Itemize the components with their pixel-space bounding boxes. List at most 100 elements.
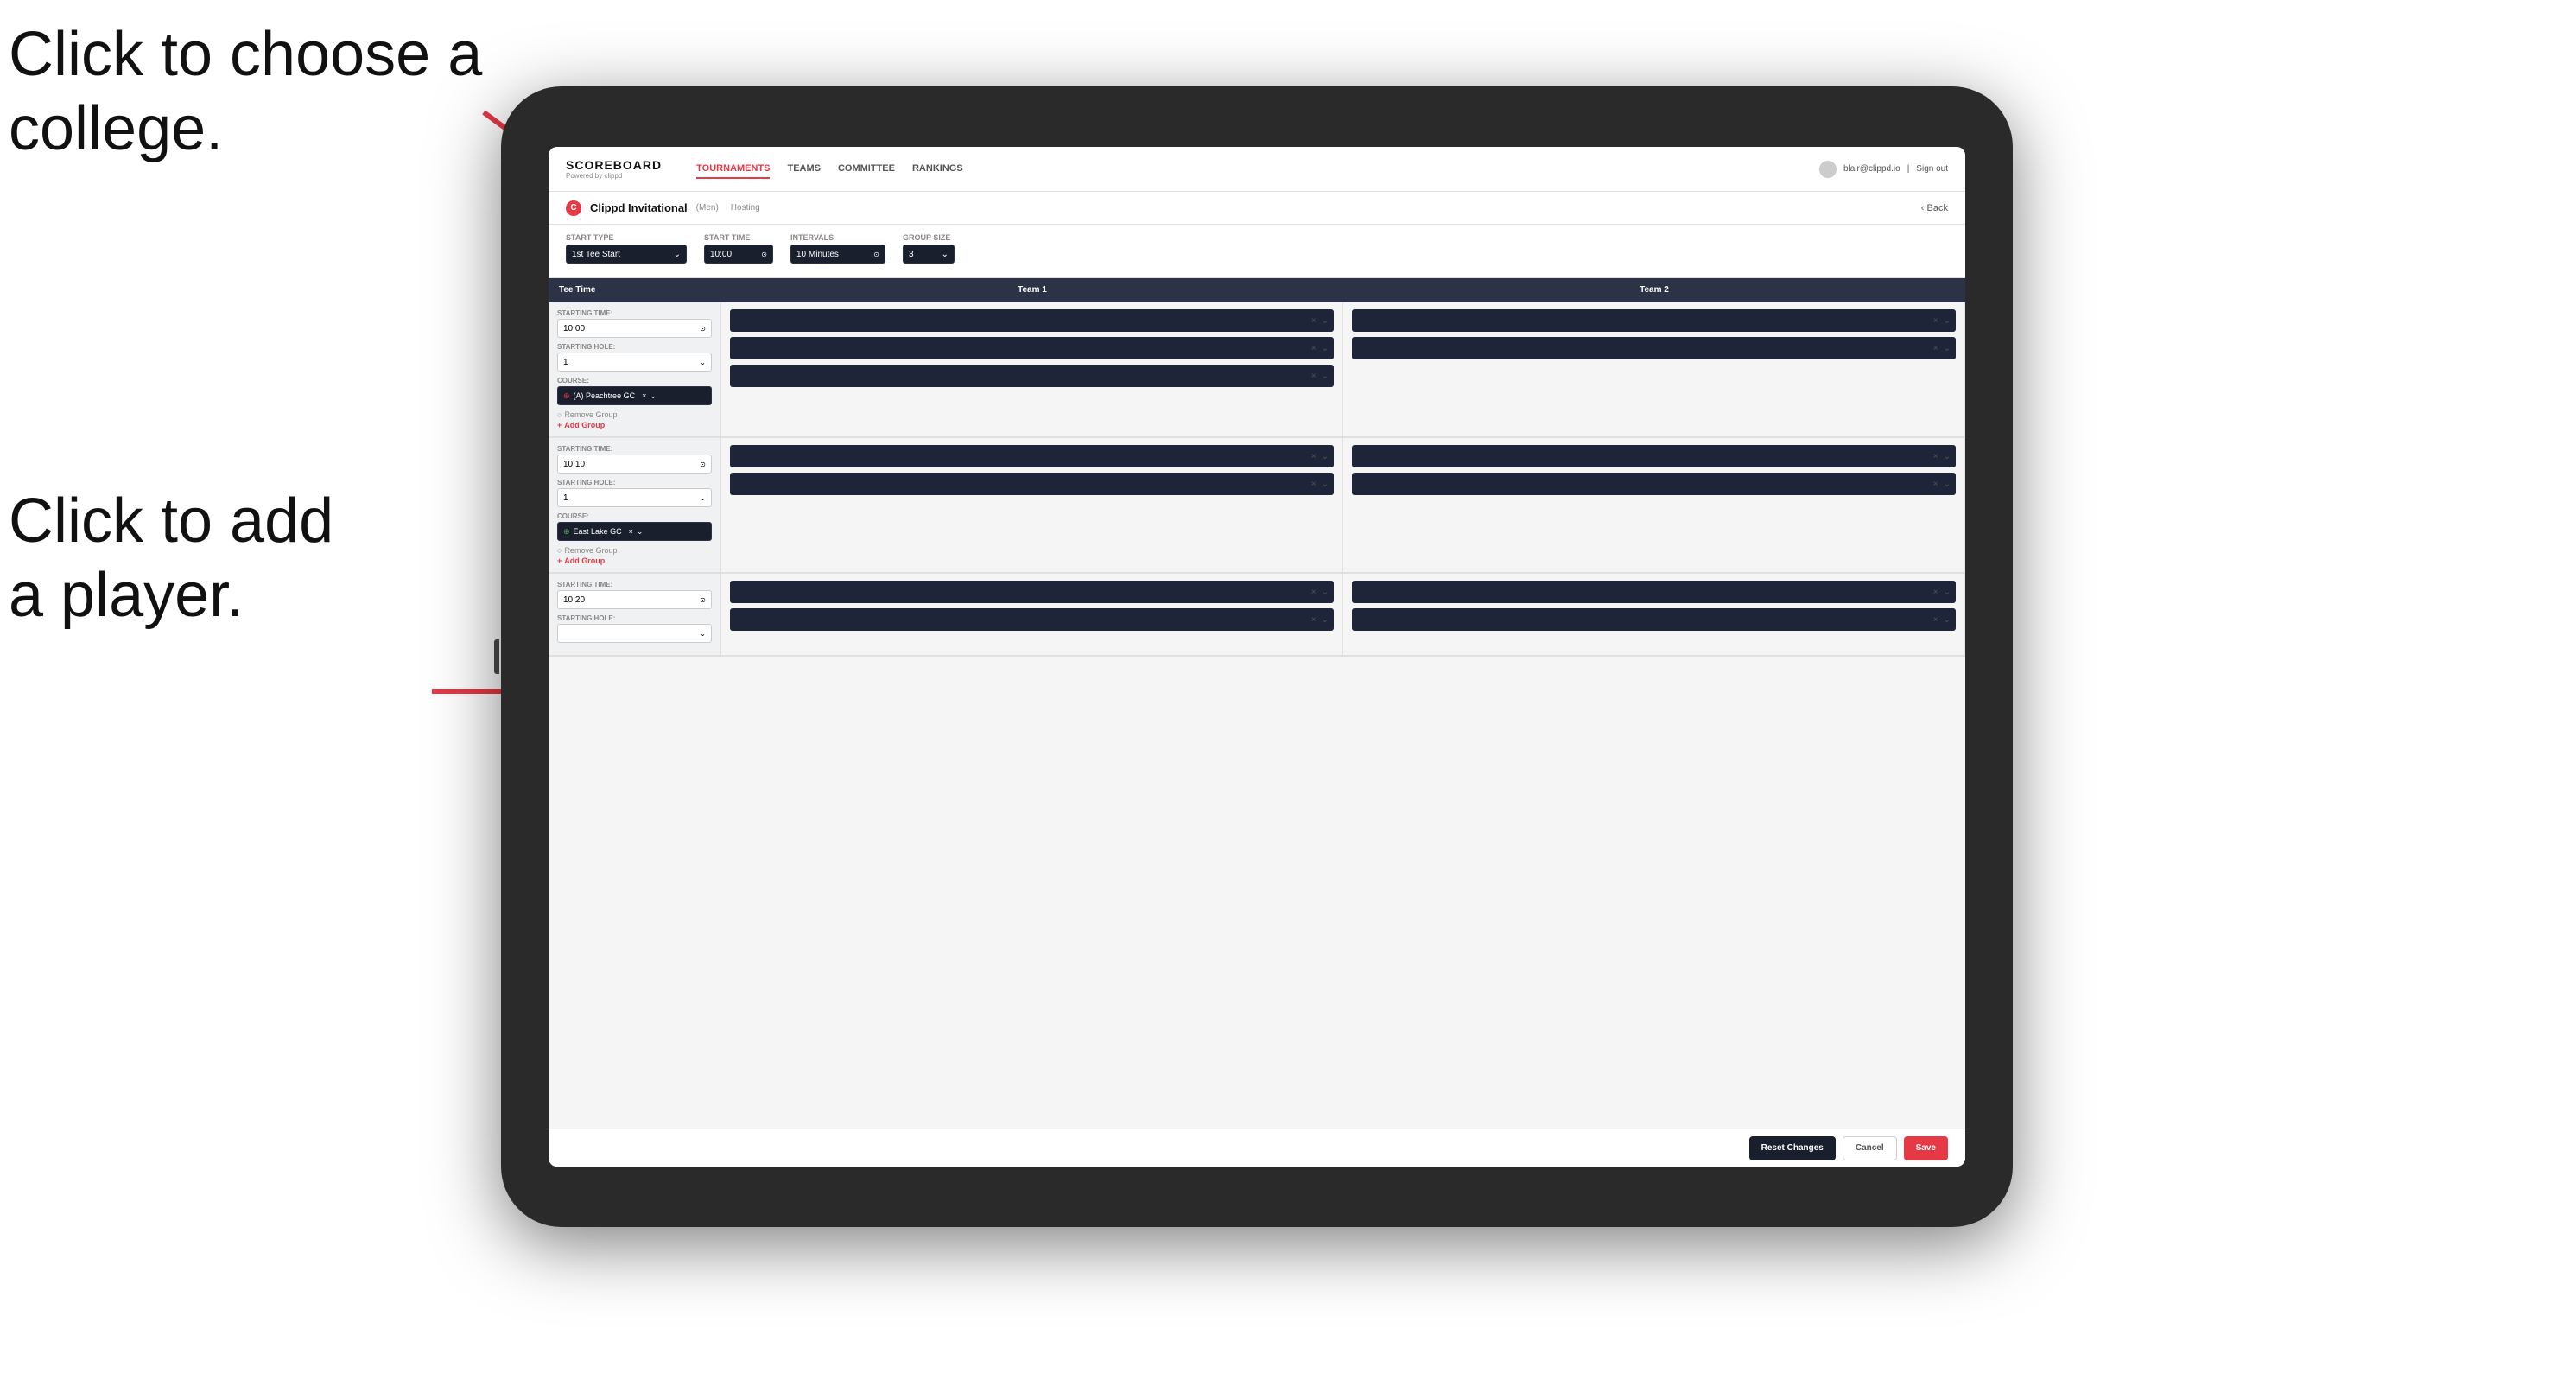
- start-time-icon: ⊙: [761, 251, 767, 258]
- groups-container: STARTING TIME: 10:00 ⊙ STARTING HOLE: 1 …: [549, 302, 1965, 1129]
- user-avatar: [1819, 161, 1837, 178]
- starting-time-label-1: STARTING TIME:: [557, 309, 712, 317]
- player-slot-x-icon: ×: [1311, 452, 1317, 461]
- save-button[interactable]: Save: [1904, 1136, 1948, 1160]
- top-nav: SCOREBOARD Powered by clippd TOURNAMENTS…: [549, 147, 1965, 192]
- starting-hole-label-1: STARTING HOLE:: [557, 343, 712, 351]
- course-select-1[interactable]: ⊕ (A) Peachtree GC × ⌄: [557, 386, 712, 405]
- player-slot[interactable]: × ⌄: [730, 445, 1334, 467]
- player-slot[interactable]: × ⌄: [1352, 309, 1956, 332]
- player-slot-x-icon: ×: [1933, 316, 1938, 326]
- nav-link-committee[interactable]: COMMITTEE: [838, 160, 895, 179]
- player-slot-chevron-icon: ⌄: [1322, 588, 1329, 597]
- player-slot-x-icon: ×: [1933, 480, 1938, 489]
- group-2-team1: × ⌄ × ⌄: [721, 438, 1343, 572]
- player-slot-x-icon: ×: [1933, 344, 1938, 353]
- player-slot[interactable]: × ⌄: [1352, 337, 1956, 359]
- group-size-value: 3: [909, 250, 914, 259]
- player-slot-chevron-icon: ⌄: [1944, 480, 1951, 489]
- start-type-label: Start Type: [566, 233, 687, 242]
- player-slot[interactable]: × ⌄: [730, 337, 1334, 359]
- player-slot-x-icon: ×: [1933, 452, 1938, 461]
- bottom-bar: Reset Changes Cancel Save: [549, 1129, 1965, 1167]
- tablet-bezel: SCOREBOARD Powered by clippd TOURNAMENTS…: [501, 86, 2013, 1227]
- sub-header-title: Clippd Invitational: [590, 201, 688, 214]
- nav-link-rankings[interactable]: RANKINGS: [912, 160, 963, 179]
- player-slot[interactable]: × ⌄: [1352, 608, 1956, 631]
- divider: |: [1907, 164, 1910, 174]
- group-1-team2: × ⌄ × ⌄: [1343, 302, 1965, 436]
- player-slot[interactable]: × ⌄: [1352, 581, 1956, 603]
- course-label-2: COURSE:: [557, 512, 712, 520]
- player-slot[interactable]: × ⌄: [730, 365, 1334, 387]
- add-group-btn-2[interactable]: + Add Group: [557, 556, 712, 565]
- player-slot[interactable]: × ⌄: [730, 608, 1334, 631]
- player-slot-x-icon: ×: [1933, 588, 1938, 597]
- content-area: Start Type 1st Tee Start ⌄ Start Time 10…: [549, 225, 1965, 1167]
- player-slot-x-icon: ×: [1311, 588, 1317, 597]
- player-slot-chevron-icon: ⌄: [1944, 344, 1951, 353]
- starting-hole-input-2[interactable]: 1 ⌄: [557, 488, 712, 507]
- annotation-top: Click to choose acollege.: [9, 17, 482, 167]
- start-type-group: Start Type 1st Tee Start ⌄: [566, 233, 687, 269]
- brand-title: SCOREBOARD: [566, 158, 662, 172]
- add-group-btn-1[interactable]: + Add Group: [557, 421, 712, 429]
- group-size-arrow: ⌄: [942, 250, 949, 259]
- nav-link-teams[interactable]: TEAMS: [787, 160, 821, 179]
- reset-changes-button[interactable]: Reset Changes: [1749, 1136, 1836, 1160]
- th-team1: Team 1: [721, 278, 1343, 302]
- sub-header-tag: Hosting: [731, 203, 760, 213]
- player-slot[interactable]: × ⌄: [730, 581, 1334, 603]
- th-tee-time: Tee Time: [549, 278, 721, 302]
- starting-hole-input-3[interactable]: ⌄: [557, 624, 712, 643]
- group-size-select[interactable]: 3 ⌄: [903, 245, 955, 264]
- player-slot[interactable]: × ⌄: [730, 309, 1334, 332]
- starting-hole-label-2: STARTING HOLE:: [557, 479, 712, 486]
- intervals-label: Intervals: [790, 233, 885, 242]
- player-slot[interactable]: × ⌄: [1352, 445, 1956, 467]
- start-time-label: Start Time: [704, 233, 773, 242]
- nav-link-tournaments[interactable]: TOURNAMENTS: [696, 160, 770, 179]
- group-row: STARTING TIME: 10:20 ⊙ STARTING HOLE: ⌄: [549, 574, 1965, 657]
- course-select-2[interactable]: ⊕ East Lake GC × ⌄: [557, 522, 712, 541]
- nav-links: TOURNAMENTS TEAMS COMMITTEE RANKINGS: [696, 160, 1793, 179]
- start-time-group: Start Time 10:00 ⊙: [704, 233, 773, 269]
- group-1-team1: × ⌄ × ⌄ × ⌄: [721, 302, 1343, 436]
- remove-group-btn-2[interactable]: ○ Remove Group: [557, 546, 712, 555]
- group-3-left-panel: STARTING TIME: 10:20 ⊙ STARTING HOLE: ⌄: [549, 574, 721, 655]
- starting-time-input-1[interactable]: 10:00 ⊙: [557, 319, 712, 338]
- intervals-group: Intervals 10 Minutes ⊙: [790, 233, 885, 269]
- player-slot-x-icon: ×: [1933, 615, 1938, 625]
- player-slot-chevron-icon: ⌄: [1944, 316, 1951, 326]
- player-slot-chevron-icon: ⌄: [1944, 588, 1951, 597]
- intervals-select[interactable]: 10 Minutes ⊙: [790, 245, 885, 264]
- sub-header-logo: C: [566, 200, 581, 216]
- sign-out-link[interactable]: Sign out: [1916, 164, 1948, 174]
- starting-time-input-2[interactable]: 10:10 ⊙: [557, 455, 712, 474]
- player-slot[interactable]: × ⌄: [730, 473, 1334, 495]
- controls-row: Start Type 1st Tee Start ⌄ Start Time 10…: [549, 225, 1965, 278]
- tablet-screen: SCOREBOARD Powered by clippd TOURNAMENTS…: [549, 147, 1965, 1167]
- intervals-icon: ⊙: [873, 251, 879, 258]
- remove-group-btn-1[interactable]: ○ Remove Group: [557, 410, 712, 419]
- starting-hole-input-1[interactable]: 1 ⌄: [557, 353, 712, 372]
- back-button[interactable]: ‹ Back: [1921, 203, 1948, 213]
- cancel-button[interactable]: Cancel: [1843, 1136, 1897, 1160]
- group-1-left-panel: STARTING TIME: 10:00 ⊙ STARTING HOLE: 1 …: [549, 302, 721, 436]
- group-2-left-panel: STARTING TIME: 10:10 ⊙ STARTING HOLE: 1 …: [549, 438, 721, 572]
- th-team2: Team 2: [1343, 278, 1965, 302]
- player-slot-x-icon: ×: [1311, 372, 1317, 381]
- start-time-input[interactable]: 10:00 ⊙: [704, 245, 773, 264]
- group-size-group: Group Size 3 ⌄: [903, 233, 955, 269]
- start-type-select[interactable]: 1st Tee Start ⌄: [566, 245, 687, 264]
- user-email: blair@clippd.io: [1843, 164, 1900, 174]
- player-slot[interactable]: × ⌄: [1352, 473, 1956, 495]
- player-slot-chevron-icon: ⌄: [1322, 480, 1329, 489]
- group-row: STARTING TIME: 10:10 ⊙ STARTING HOLE: 1 …: [549, 438, 1965, 574]
- player-slot-chevron-icon: ⌄: [1322, 452, 1329, 461]
- starting-time-label-2: STARTING TIME:: [557, 445, 712, 453]
- starting-time-input-3[interactable]: 10:20 ⊙: [557, 590, 712, 609]
- sub-header-badge: (Men): [696, 203, 719, 213]
- player-slot-x-icon: ×: [1311, 480, 1317, 489]
- player-slot-x-icon: ×: [1311, 316, 1317, 326]
